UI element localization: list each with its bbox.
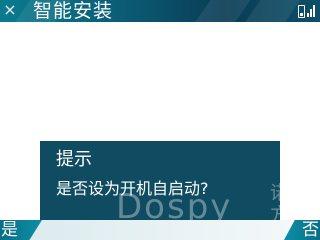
yes-softkey[interactable]: 是 — [1, 220, 18, 240]
softkey-bar-background — [30, 220, 290, 240]
no-softkey[interactable]: 否 — [302, 220, 319, 240]
status-bar: × 智能安装 — [0, 0, 320, 22]
close-icon[interactable]: × — [3, 2, 17, 18]
app-title: 智能安装 — [33, 0, 114, 22]
battery-icon — [298, 5, 305, 18]
dialog-title: 提示 — [56, 149, 92, 170]
signal-icon — [307, 4, 315, 17]
softkey-bar: 是 否 — [0, 220, 320, 240]
